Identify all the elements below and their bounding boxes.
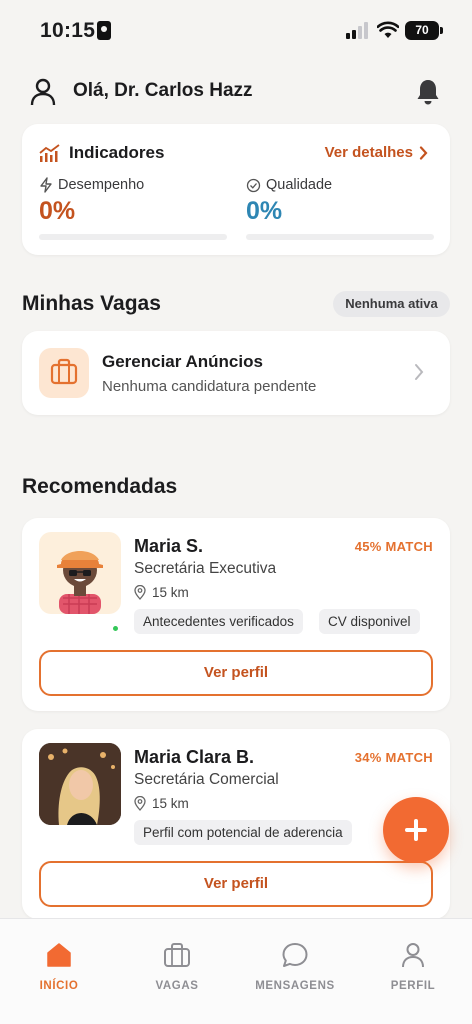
bell-icon[interactable]: [415, 78, 441, 106]
metric-label: Qualidade: [266, 177, 333, 193]
candidate-distance: 15 km: [134, 796, 189, 811]
candidate-role: Secretária Comercial: [134, 771, 279, 788]
nav-label: INÍCIO: [39, 980, 79, 992]
avatar-illustration: [57, 551, 103, 614]
briefcase-icon: [164, 943, 190, 967]
status-time: 10:15: [40, 19, 96, 42]
metric-label: Desempenho: [58, 177, 145, 193]
lightning-icon: [40, 177, 52, 193]
metric-label-row: Desempenho: [39, 177, 227, 193]
indicators-title: Indicadores: [69, 143, 165, 162]
tag: Antecedentes verificados: [134, 609, 303, 634]
location-pin-icon: [134, 585, 146, 600]
user-icon[interactable]: [30, 78, 56, 106]
metric-value: 0%: [246, 197, 283, 225]
nav-label: MENSAGENS: [255, 980, 335, 992]
avatar[interactable]: [39, 532, 121, 614]
signal-icon: [346, 22, 370, 39]
add-fab-button[interactable]: [383, 797, 449, 863]
battery-indicator: 70: [405, 21, 443, 40]
match-badge: 34% MATCH: [354, 750, 433, 765]
metric-progress-bar: [246, 234, 434, 240]
metric-value: 0%: [39, 197, 76, 225]
recommendations-title: Recomendadas: [22, 475, 178, 498]
sim-card-icon: [97, 21, 111, 40]
distance-label: 15 km: [152, 585, 189, 600]
metric-quality: Qualidade 0%: [246, 177, 434, 240]
check-circle-icon: [246, 178, 261, 192]
chart-trend-icon: [39, 144, 60, 162]
metric-label-row: Qualidade: [246, 177, 434, 193]
status-badge: Nenhuma ativa: [333, 291, 450, 317]
user-icon: [402, 943, 424, 968]
briefcase-icon: [50, 358, 78, 385]
my-jobs-title: Minhas Vagas: [22, 292, 161, 315]
tag: CV disponivel: [319, 609, 420, 634]
avatar-photo: [39, 743, 121, 825]
distance-label: 15 km: [152, 796, 189, 811]
indicators-card: Indicadores Ver detalhes Desempenho 0% Q…: [22, 124, 450, 255]
nav-label: PERFIL: [390, 980, 436, 992]
view-profile-button[interactable]: Ver perfil: [39, 861, 433, 907]
manage-ads-title: Gerenciar Anúncios: [102, 352, 263, 371]
nav-item-jobs[interactable]: VAGAS: [118, 941, 236, 992]
metric-performance: Desempenho 0%: [39, 177, 227, 240]
metric-progress-bar: [39, 234, 227, 240]
chat-icon: [282, 943, 308, 967]
location-pin-icon: [134, 796, 146, 811]
home-icon: [47, 943, 71, 967]
candidate-card: Maria S. 45% MATCH Secretária Executiva …: [22, 518, 450, 711]
chevron-right-icon: [415, 364, 424, 380]
candidate-name: Maria Clara B.: [134, 747, 255, 767]
candidate-name: Maria S.: [134, 536, 204, 556]
tag: Perfil com potencial de aderencia: [134, 820, 352, 845]
avatar[interactable]: [39, 743, 121, 825]
view-profile-button[interactable]: Ver perfil: [39, 650, 433, 696]
candidate-role: Secretária Executiva: [134, 560, 277, 577]
greeting-text: Olá, Dr. Carlos Hazz: [73, 80, 253, 101]
nav-item-home[interactable]: INÍCIO: [0, 941, 118, 992]
briefcase-icon-box: [39, 348, 89, 398]
manage-ads-card[interactable]: Gerenciar Anúncios Nenhuma candidatura p…: [22, 331, 450, 415]
nav-item-profile[interactable]: PERFIL: [354, 941, 472, 992]
wifi-icon: [377, 21, 399, 38]
online-indicator: [112, 625, 119, 632]
chevron-right-icon: [419, 145, 428, 160]
nav-item-messages[interactable]: MENSAGENS: [236, 941, 354, 992]
details-link-label: Ver detalhes: [324, 144, 413, 161]
details-link[interactable]: Ver detalhes: [325, 144, 428, 161]
candidate-distance: 15 km: [134, 585, 189, 600]
app-header: Olá, Dr. Carlos Hazz: [0, 72, 472, 112]
manage-ads-subtitle: Nenhuma candidatura pendente: [102, 378, 317, 395]
nav-label: VAGAS: [155, 980, 199, 992]
match-badge: 45% MATCH: [354, 539, 433, 554]
status-bar: 10:15 70: [0, 0, 472, 60]
bottom-navigation: INÍCIO VAGAS MENSAGENS PERFIL: [0, 918, 472, 1024]
